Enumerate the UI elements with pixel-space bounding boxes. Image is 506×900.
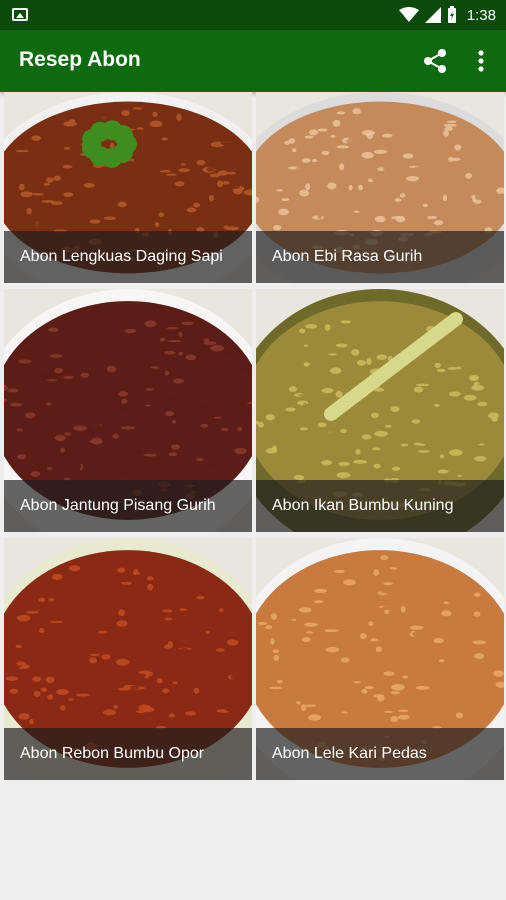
recipe-title: Abon Ebi Rasa Gurih: [256, 231, 504, 283]
recipe-card[interactable]: Abon Jantung Pisang Gurih: [4, 289, 252, 532]
more-vert-icon[interactable]: [468, 46, 494, 76]
status-icons: 1:38: [398, 5, 496, 25]
signal-icon: [424, 7, 441, 23]
clock: 1:38: [466, 6, 496, 24]
recipe-title: Abon Lengkuas Daging Sapi: [4, 231, 252, 283]
empty-area: [0, 782, 506, 900]
image-notification-icon: [12, 8, 28, 21]
recipe-title: Abon Rebon Bumbu Opor: [4, 728, 252, 780]
recipe-card[interactable]: Abon Rebon Bumbu Opor: [4, 538, 252, 780]
page-title: Resep Abon: [19, 48, 141, 71]
recipe-title: Abon Lele Kari Pedas: [256, 728, 504, 780]
share-icon[interactable]: [420, 46, 450, 76]
wifi-icon: [398, 7, 419, 22]
recipe-card[interactable]: Abon Lengkuas Daging Sapi: [4, 92, 252, 283]
recipe-card[interactable]: Abon Ebi Rasa Gurih: [256, 92, 504, 283]
recipe-card[interactable]: Abon Lele Kari Pedas: [256, 538, 504, 780]
battery-icon: [447, 6, 456, 23]
recipe-title: Abon Ikan Bumbu Kuning: [256, 480, 504, 532]
app-bar: Resep Abon: [0, 30, 506, 92]
recipe-title: Abon Jantung Pisang Gurih: [4, 480, 252, 532]
recipe-card[interactable]: Abon Ikan Bumbu Kuning: [256, 289, 504, 532]
status-bar: 1:38: [0, 0, 506, 30]
